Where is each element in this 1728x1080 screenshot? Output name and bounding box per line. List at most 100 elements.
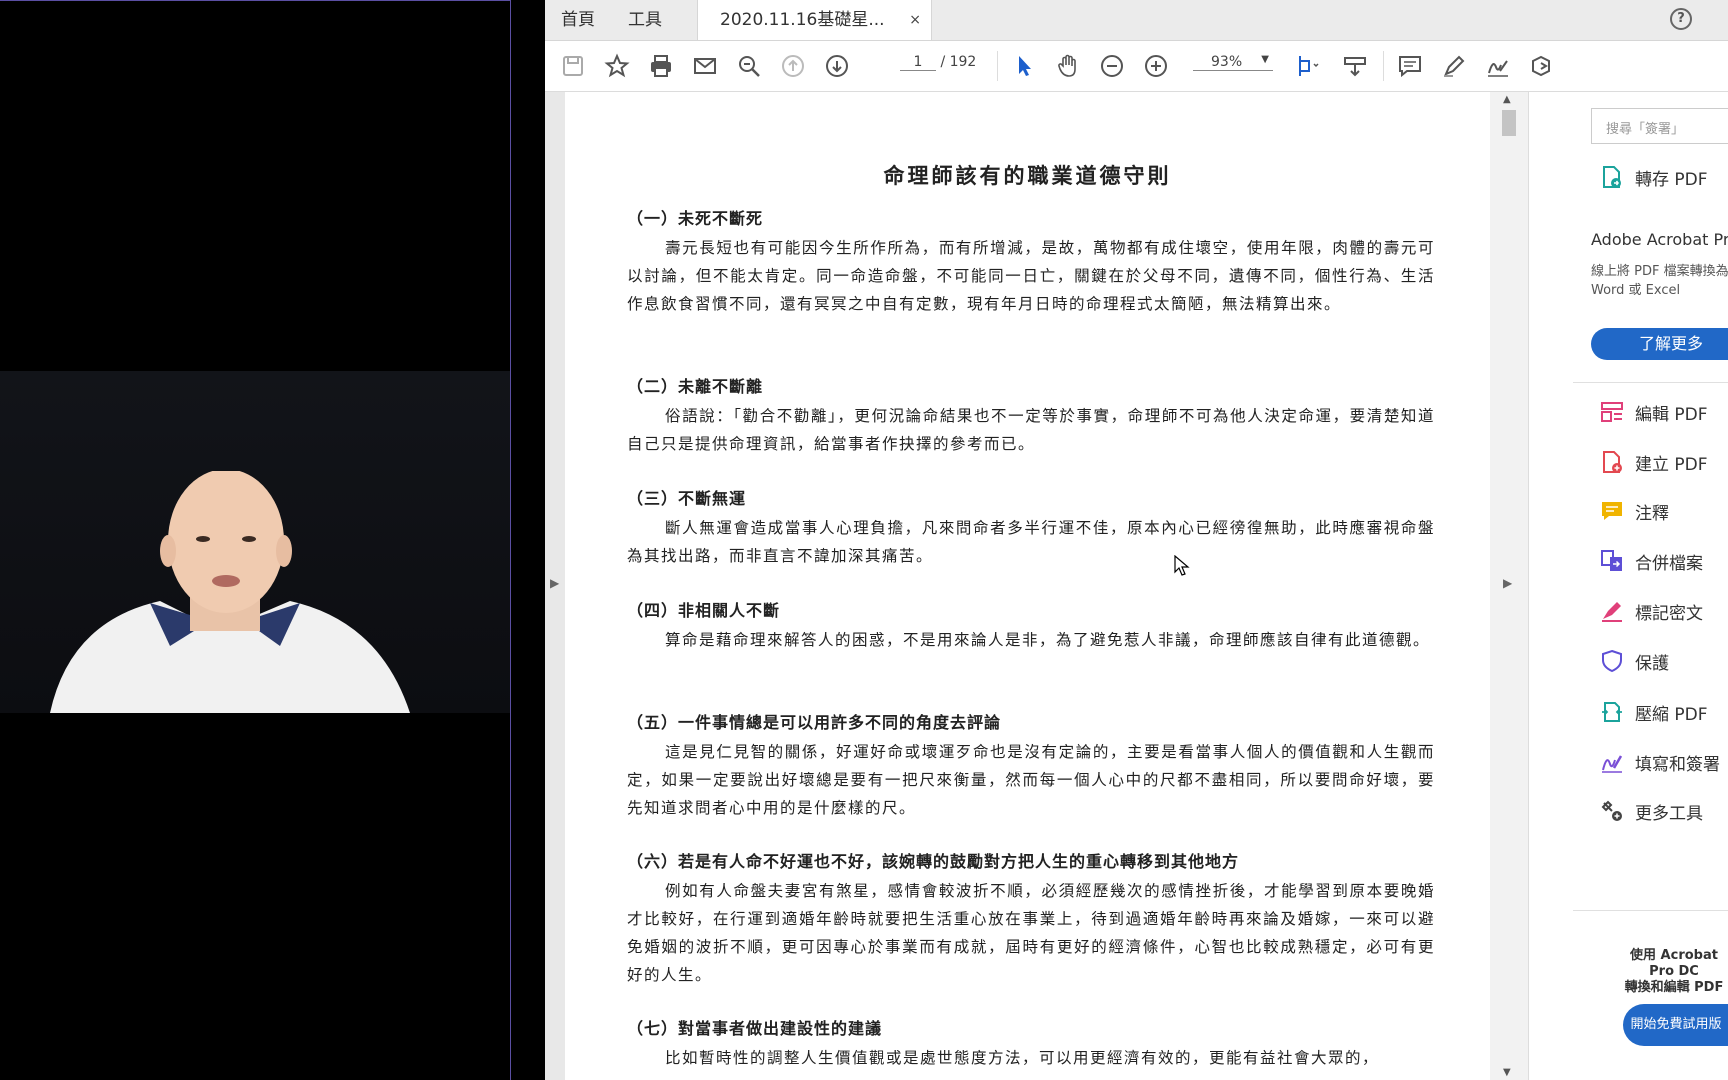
mouse-cursor-icon	[1174, 554, 1190, 581]
scroll-up-icon[interactable]: ▲	[1503, 94, 1511, 105]
section-heading: （二）未離不斷離	[627, 377, 764, 396]
start-trial-button[interactable]: 開始免費試用版	[1623, 1004, 1728, 1046]
tools-pane: 搜尋「簽署」 轉存 PDF Adobe Acrobat Pro DC 線上將 P…	[1528, 92, 1728, 1080]
section-body: 算命是藉命理來解答人的困惑，不是用來論人是非，為了避免惹人非議，命理師應該自律有…	[665, 631, 1431, 649]
zoom-in-icon[interactable]	[1141, 51, 1171, 81]
section-body: 壽元長短也有可能因今生所作所為，而有所增減，是故，萬物都有成住壞空，使用年限，肉…	[627, 239, 1435, 313]
document-title: 命理師該有的職業道德守則	[883, 163, 1172, 188]
section-1: （一）未死不斷死 壽元長短也有可能因今生所作所為，而有所增減，是故，萬物都有成住…	[627, 208, 1435, 318]
pdf-page: 命理師該有的職業道德守則 （一）未死不斷死 壽元長短也有可能因今生所作所為，而有…	[565, 92, 1490, 1080]
export-pdf-icon	[1599, 164, 1625, 190]
learn-more-button[interactable]: 了解更多	[1591, 328, 1728, 360]
toolbar-divider	[1383, 51, 1384, 81]
tool-fill-sign[interactable]: 填寫和簽署	[1599, 747, 1720, 777]
export-pdf-label: 轉存 PDF	[1635, 169, 1708, 190]
section-heading: （七）對當事者做出建設性的建議	[627, 1019, 883, 1038]
section-7: （七）對當事者做出建設性的建議 比如暫時性的調整人生價值觀或是處世態度方法，可以…	[627, 1018, 1435, 1072]
bottom-promo-text: 使用 Acrobat Pro DC 轉換和編輯 PDF	[1624, 948, 1724, 995]
tool-combine-files[interactable]: 合併檔案	[1599, 546, 1703, 576]
zoom-out-icon[interactable]	[1097, 51, 1127, 81]
document-viewer: ▶ 命理師該有的職業道德守則 （一）未死不斷死 壽元長短也有可能因今生所作所為，…	[545, 92, 1528, 1080]
sign-icon[interactable]	[1483, 51, 1513, 81]
tools-search-input[interactable]: 搜尋「簽署」	[1591, 108, 1728, 144]
video-panel	[0, 0, 511, 1080]
close-tab-icon[interactable]: ×	[909, 0, 921, 40]
print-icon[interactable]	[646, 51, 676, 81]
export-pdf-item[interactable]: 轉存 PDF	[1599, 162, 1708, 192]
tab-home[interactable]: 首頁	[561, 0, 595, 40]
section-body: 這是見仁見智的關係，好運好命或壞運歹命也是沒有定論的，主要是看當事人個人的價值觀…	[627, 743, 1435, 817]
create-pdf-icon	[1599, 449, 1625, 475]
toolbar: 1 / 192 93% ▼	[545, 41, 1728, 92]
tab-document[interactable]: 2020.11.16基礎星... ×	[697, 0, 932, 40]
left-panel-toggle[interactable]: ▶	[545, 92, 563, 1080]
scroll-down-icon[interactable]: ▼	[1503, 1067, 1511, 1078]
comment-icon[interactable]	[1395, 51, 1425, 81]
next-page-icon[interactable]	[822, 51, 852, 81]
section-2: （二）未離不斷離 俗語說：「勸合不勸離」，更何況論命結果也不一定等於事實，命理師…	[627, 376, 1435, 458]
tool-compress-pdf[interactable]: 壓縮 PDF	[1599, 697, 1708, 727]
star-icon[interactable]	[602, 51, 632, 81]
section-body: 比如暫時性的調整人生價值觀或是處世態度方法，可以用更經濟有效的，更能有益社會大眾…	[665, 1049, 1380, 1067]
tool-comment[interactable]: 注釋	[1599, 496, 1669, 526]
promo-title: Adobe Acrobat Pro DC	[1591, 230, 1728, 249]
window-gap	[511, 0, 545, 1080]
fit-page-icon[interactable]	[1293, 51, 1323, 81]
section-4: （四）非相關人不斷 算命是藉命理來解答人的困惑，不是用來論人是非，為了避免惹人非…	[627, 600, 1435, 654]
tool-protect[interactable]: 保護	[1599, 646, 1669, 676]
section-heading: （三）不斷無運	[627, 489, 747, 508]
zoom-select[interactable]: 93% ▼	[1193, 54, 1273, 71]
section-6: （六）若是有人命不好運也不好，該婉轉的鼓勵對方把人生的重心轉移到其他地方 例如有…	[627, 851, 1435, 989]
presenter-image	[50, 471, 410, 713]
total-pages: / 192	[940, 54, 977, 70]
combine-files-icon	[1599, 548, 1625, 574]
highlight-pen-icon[interactable]	[1439, 51, 1469, 81]
section-heading: （一）未死不斷死	[627, 209, 764, 228]
expand-left-icon: ▶	[550, 576, 560, 590]
redact-icon	[1599, 598, 1625, 624]
tab-document-label: 2020.11.16基礎星...	[720, 10, 885, 30]
tool-label: 保護	[1635, 653, 1669, 674]
section-5: （五）一件事情總是可以用許多不同的角度去評論 這是見仁見智的關係，好運好命或壞運…	[627, 712, 1435, 822]
tool-create-pdf[interactable]: 建立 PDF	[1599, 447, 1708, 477]
section-body: 例如有人命盤夫妻宮有煞星，感情會較波折不順，必須經歷幾次的感情挫折後，才能學習到…	[627, 882, 1435, 984]
tool-edit-pdf[interactable]: 編輯 PDF	[1599, 397, 1708, 427]
save-icon[interactable]	[558, 51, 588, 81]
share-icon[interactable]	[1527, 51, 1557, 81]
compress-pdf-icon	[1599, 699, 1625, 725]
vertical-scrollbar[interactable]: ▲ ▶ ▼	[1490, 92, 1528, 1080]
promo-description: 線上將 PDF 檔案轉換為 Word 或 Excel	[1591, 264, 1728, 298]
zoom-search-icon[interactable]	[734, 51, 764, 81]
section-heading: （四）非相關人不斷	[627, 601, 781, 620]
edit-pdf-icon	[1599, 399, 1625, 425]
webcam-feed	[0, 371, 510, 713]
section-body: 俗語說：「勸合不勸離」，更何況論命結果也不一定等於事實，命理師不可為他人決定命運…	[627, 407, 1435, 453]
comment-tool-icon	[1599, 498, 1625, 524]
more-tools-icon	[1599, 798, 1625, 824]
acrobat-window: 首頁 工具 2020.11.16基礎星... × ? 1 / 192 93% ▼	[545, 0, 1728, 1080]
tab-tools[interactable]: 工具	[628, 0, 662, 40]
read-mode-icon[interactable]	[1340, 51, 1370, 81]
tool-redact[interactable]: 標記密文	[1599, 596, 1703, 626]
section-heading: （六）若是有人命不好運也不好，該婉轉的鼓勵對方把人生的重心轉移到其他地方	[627, 852, 1240, 871]
tool-label: 合併檔案	[1635, 553, 1703, 574]
expand-right-icon[interactable]: ▶	[1503, 576, 1512, 590]
hand-icon[interactable]	[1053, 51, 1083, 81]
tool-label: 更多工具	[1635, 803, 1703, 824]
tool-more-tools[interactable]: 更多工具	[1599, 796, 1703, 826]
prev-page-icon[interactable]	[778, 51, 808, 81]
scrollbar-thumb[interactable]	[1502, 110, 1516, 136]
tool-label: 填寫和簽署	[1635, 754, 1720, 775]
section-3: （三）不斷無運 斷人無運會造成當事人心理負擔，凡來問命者多半行運不佳，原本內心已…	[627, 488, 1435, 570]
mail-icon[interactable]	[690, 51, 720, 81]
tool-label: 建立 PDF	[1635, 454, 1708, 475]
select-arrow-icon[interactable]	[1009, 51, 1039, 81]
current-page-input[interactable]: 1	[900, 54, 936, 71]
zoom-value: 93%	[1211, 54, 1243, 70]
tool-label: 壓縮 PDF	[1635, 704, 1708, 725]
pane-divider	[1573, 382, 1728, 383]
chevron-down-icon: ▼	[1261, 54, 1269, 65]
tab-bar: 首頁 工具 2020.11.16基礎星... × ?	[545, 0, 1728, 41]
protect-icon	[1599, 648, 1625, 674]
help-icon[interactable]: ?	[1670, 8, 1692, 30]
